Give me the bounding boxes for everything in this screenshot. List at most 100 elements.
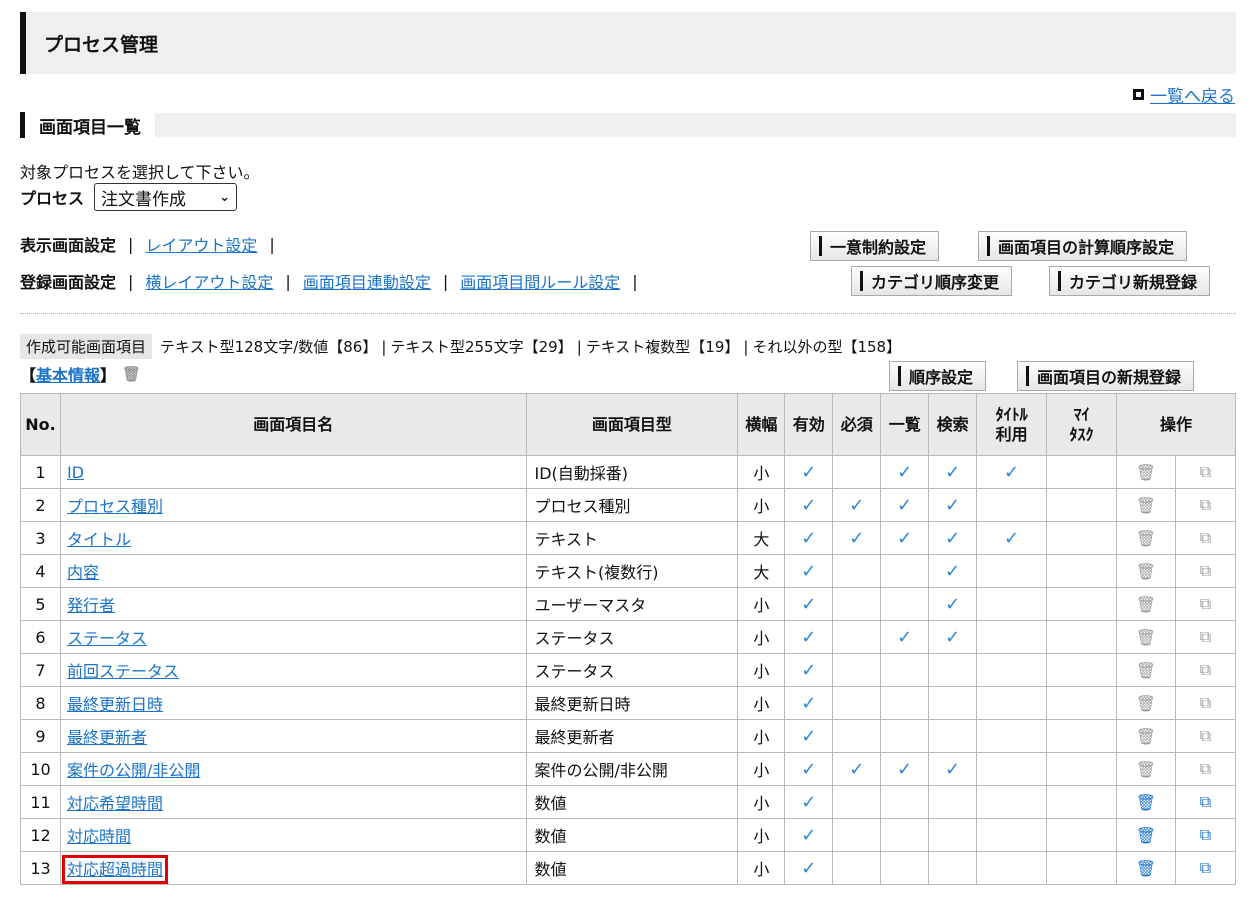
table-row: 5 発行者 ユーザーマスタ 小 ✓ ✓ 🗑 ⧉ <box>20 587 1237 621</box>
check-icon: ✓ <box>801 494 817 516</box>
trash-icon[interactable]: 🗑 <box>1136 628 1156 647</box>
item-type: ステータス <box>534 629 615 648</box>
copy-icon[interactable]: ⧉ <box>1200 561 1211 580</box>
table-row: 8 最終更新日時 最終更新日時 小 ✓ 🗑 ⧉ <box>20 686 1237 720</box>
available-items-label: 作成可能画面項目 <box>20 334 153 359</box>
trash-icon[interactable]: 🗑 <box>1136 661 1156 680</box>
process-select-value: 注文書作成 <box>101 189 187 210</box>
row-number: 3 <box>35 528 46 548</box>
back-to-list-link[interactable]: 一覧へ戻る <box>1150 82 1235 107</box>
item-rule-link[interactable]: 画面項目間ルール設定 <box>460 269 620 293</box>
category-new-button[interactable]: カテゴリ新規登録 <box>1049 266 1211 296</box>
item-name-link[interactable]: 対応希望時間 <box>67 794 163 813</box>
category-order-button[interactable]: カテゴリ順序変更 <box>851 266 1013 296</box>
check-icon: ✓ <box>945 461 961 483</box>
copy-icon[interactable]: ⧉ <box>1200 858 1211 877</box>
trash-icon[interactable]: 🗑 <box>1136 529 1156 548</box>
calc-order-button[interactable]: 画面項目の計算順序設定 <box>978 231 1188 261</box>
row-number: 2 <box>35 495 46 515</box>
item-name-link[interactable]: タイトル <box>67 530 131 549</box>
copy-icon[interactable]: ⧉ <box>1200 594 1211 613</box>
section-title-text: 画面項目一覧 <box>39 112 155 138</box>
trash-icon[interactable]: 🗑 <box>1136 595 1156 614</box>
copy-icon[interactable]: ⧉ <box>1200 660 1211 679</box>
trash-icon[interactable]: 🗑 <box>122 365 141 383</box>
table-row: 3 タイトル テキスト 大 ✓ ✓ ✓ ✓ ✓ 🗑 ⧉ <box>20 521 1237 555</box>
table-row: 12 対応時間 数値 小 ✓ 🗑 ⧉ <box>20 818 1237 852</box>
item-type: ステータス <box>534 662 615 681</box>
copy-icon[interactable]: ⧉ <box>1200 726 1211 745</box>
copy-icon[interactable]: ⧉ <box>1200 495 1211 514</box>
item-width: 大 <box>753 563 770 582</box>
check-icon: ✓ <box>849 494 865 516</box>
copy-icon[interactable]: ⧉ <box>1200 825 1211 844</box>
trash-icon[interactable]: 🗑 <box>1136 496 1156 515</box>
table-row: 9 最終更新者 最終更新者 小 ✓ 🗑 ⧉ <box>20 719 1237 753</box>
item-name-link[interactable]: 内容 <box>67 563 99 582</box>
item-name-link[interactable]: 最終更新日時 <box>67 695 163 714</box>
item-width: 大 <box>753 530 770 549</box>
item-type: 最終更新日時 <box>534 695 631 714</box>
check-icon: ✓ <box>945 560 961 582</box>
item-type: 数値 <box>534 827 567 846</box>
trash-icon[interactable]: 🗑 <box>1136 826 1156 845</box>
row-number: 6 <box>35 627 46 647</box>
table-row: 1 ID ID(自動採番) 小 ✓ ✓ ✓ ✓ 🗑 ⧉ <box>20 455 1237 489</box>
new-item-button[interactable]: 画面項目の新規登録 <box>1017 361 1195 391</box>
horizontal-layout-link[interactable]: 横レイアウト設定 <box>145 269 273 293</box>
item-name-link[interactable]: ステータス <box>67 629 147 648</box>
item-name-link[interactable]: ID <box>67 463 84 482</box>
item-width: 小 <box>753 695 770 714</box>
item-type: プロセス種別 <box>534 497 631 516</box>
item-name-link[interactable]: 発行者 <box>67 596 115 615</box>
check-icon: ✓ <box>801 593 817 615</box>
order-settings-button[interactable]: 順序設定 <box>889 361 987 391</box>
check-icon: ✓ <box>801 758 817 780</box>
item-name-link[interactable]: 対応時間 <box>67 827 131 846</box>
trash-icon[interactable]: 🗑 <box>1136 727 1156 746</box>
process-select[interactable]: 注文書作成 ⌄ <box>94 183 238 211</box>
trash-icon[interactable]: 🗑 <box>1136 793 1156 812</box>
check-icon: ✓ <box>801 560 817 582</box>
chevron-down-icon: ⌄ <box>219 189 231 205</box>
row-number: 8 <box>35 693 46 713</box>
item-width: 小 <box>753 728 770 747</box>
item-name-link[interactable]: プロセス種別 <box>67 497 163 516</box>
copy-icon[interactable]: ⧉ <box>1200 462 1211 481</box>
register-settings-label: 登録画面設定 <box>20 273 117 292</box>
process-label: プロセス <box>20 189 85 208</box>
item-type: ユーザーマスタ <box>534 596 647 615</box>
row-number: 10 <box>30 759 51 779</box>
item-width: 小 <box>753 596 770 615</box>
available-items-counts: 作成可能画面項目 テキスト型128文字/数値【86】 | テキスト型255文字【… <box>20 334 905 359</box>
check-icon: ✓ <box>945 626 961 648</box>
item-linkage-link[interactable]: 画面項目連動設定 <box>303 269 431 293</box>
layout-settings-link[interactable]: レイアウト設定 <box>145 232 257 256</box>
item-name-link[interactable]: 前回ステータス <box>67 662 179 681</box>
trash-icon[interactable]: 🗑 <box>1136 562 1156 581</box>
copy-icon[interactable]: ⧉ <box>1200 528 1211 547</box>
check-icon: ✓ <box>801 527 817 549</box>
item-name-link[interactable]: 対応超過時間 <box>61 855 169 884</box>
item-name-link[interactable]: 案件の公開/非公開 <box>67 761 200 780</box>
row-number: 7 <box>35 660 46 680</box>
trash-icon[interactable]: 🗑 <box>1136 463 1156 482</box>
trash-icon[interactable]: 🗑 <box>1136 694 1156 713</box>
copy-icon[interactable]: ⧉ <box>1200 693 1211 712</box>
category-heading: 【基本情報】 🗑 <box>20 365 142 385</box>
table-row: 6 ステータス ステータス 小 ✓ ✓ ✓ 🗑 ⧉ <box>20 620 1237 654</box>
trash-icon[interactable]: 🗑 <box>1136 760 1156 779</box>
copy-icon[interactable]: ⧉ <box>1200 627 1211 646</box>
table-row: 11 対応希望時間 数値 小 ✓ 🗑 ⧉ <box>20 785 1237 819</box>
row-number: 5 <box>35 594 46 614</box>
row-number: 9 <box>35 726 46 746</box>
process-row: プロセス 注文書作成 ⌄ <box>20 183 238 211</box>
category-link[interactable]: 基本情報 <box>36 366 100 385</box>
item-width: 小 <box>753 860 770 879</box>
copy-icon[interactable]: ⧉ <box>1200 792 1211 811</box>
item-name-link[interactable]: 最終更新者 <box>67 728 147 747</box>
copy-icon[interactable]: ⧉ <box>1200 759 1211 778</box>
trash-icon[interactable]: 🗑 <box>1136 859 1156 878</box>
table-row: 4 内容 テキスト(複数行) 大 ✓ ✓ 🗑 ⧉ <box>20 554 1237 588</box>
unique-constraint-button[interactable]: 一意制約設定 <box>810 231 940 261</box>
